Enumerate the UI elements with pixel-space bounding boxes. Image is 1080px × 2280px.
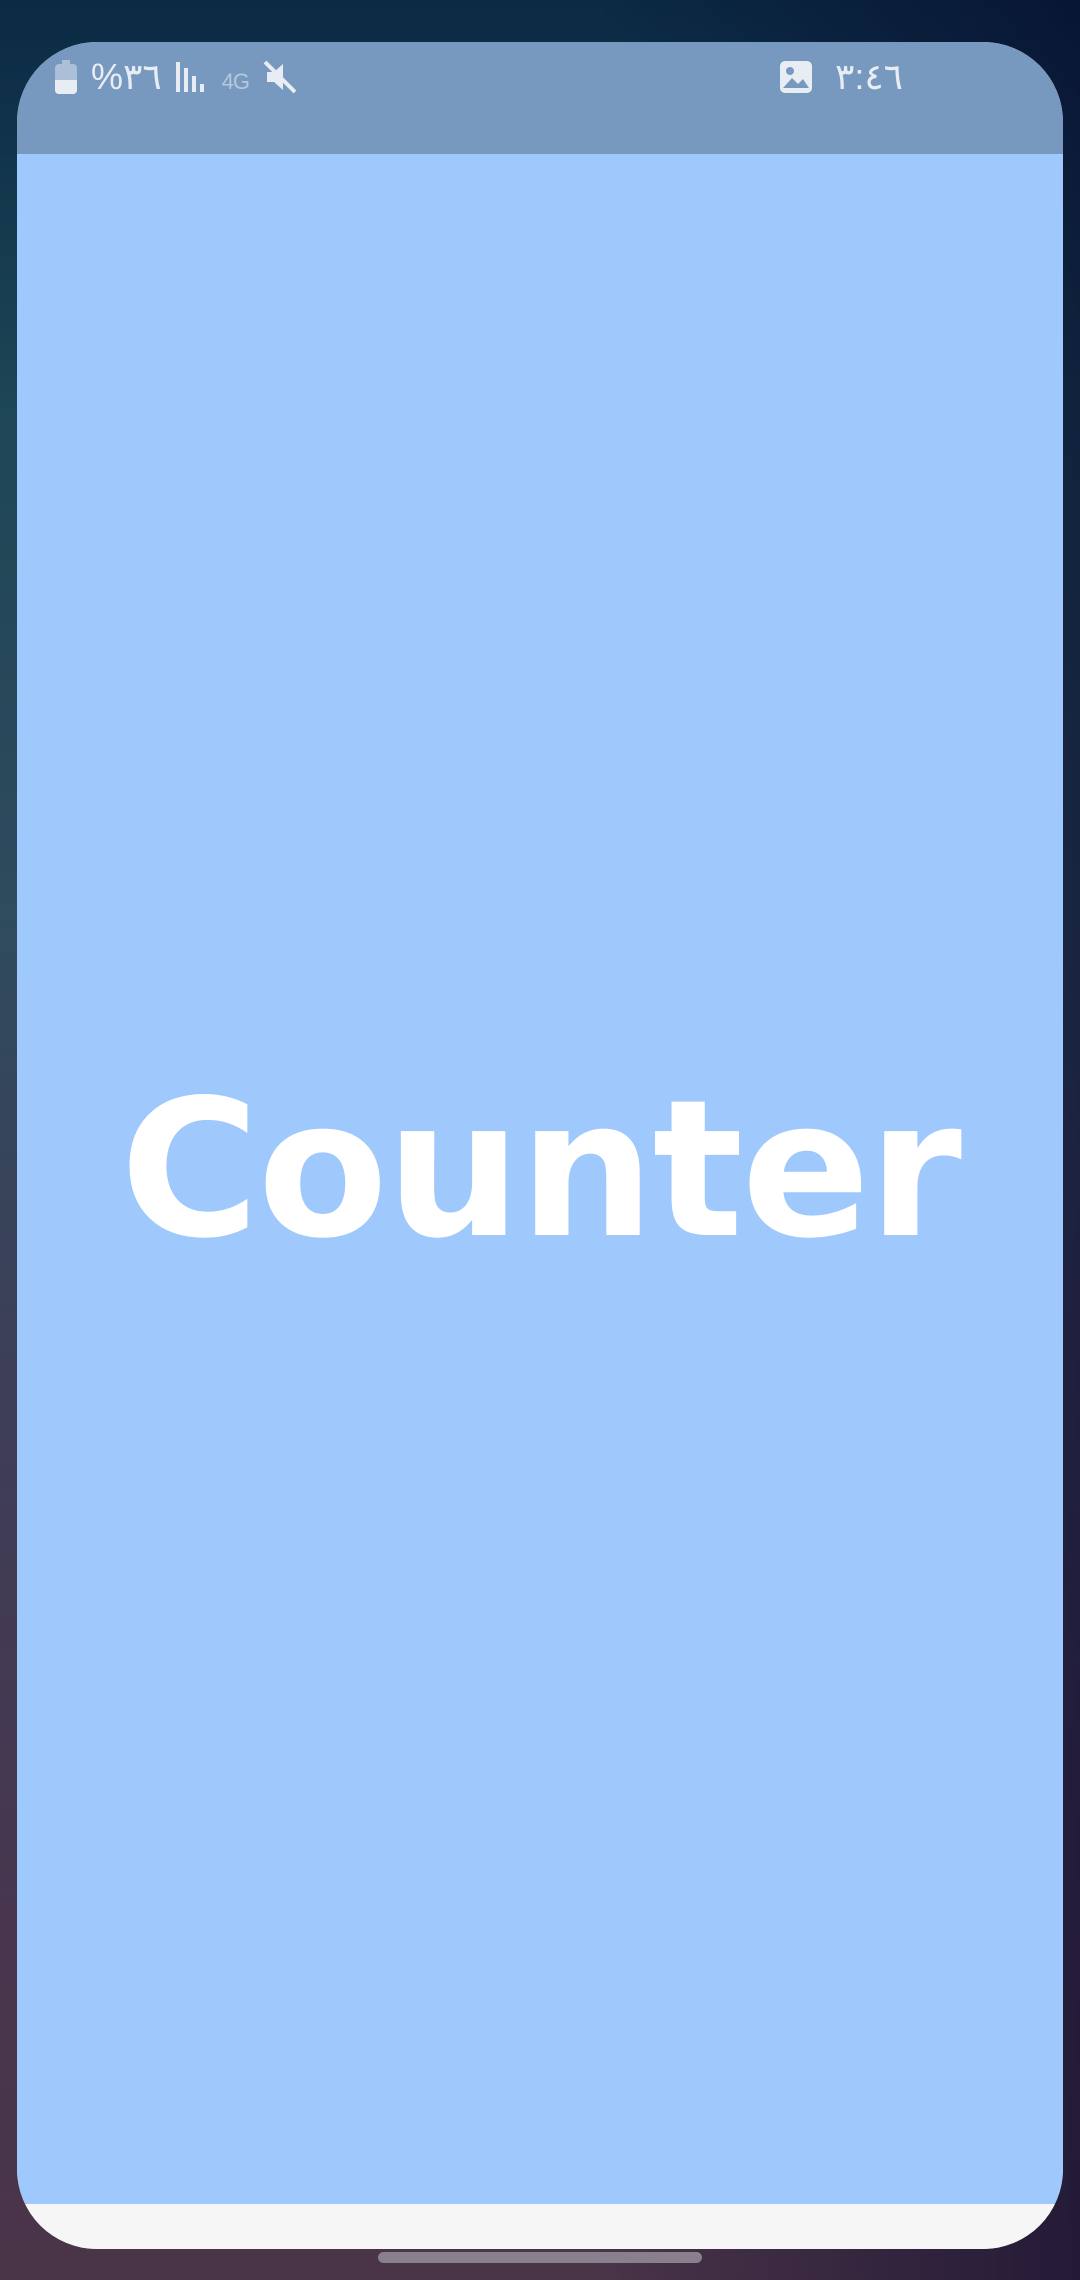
- signal-icon: [175, 62, 208, 92]
- home-indicator[interactable]: [378, 2252, 702, 2263]
- main-content: Counter: [17, 154, 1063, 2204]
- status-time: ٣:٤٦: [834, 56, 903, 97]
- gallery-icon: [779, 60, 813, 94]
- app-window: %٣٦ 4G ٣:٤٦ Counter: [17, 42, 1063, 2249]
- page-title: Counter: [120, 1058, 962, 1280]
- battery-percent: %٣٦: [91, 56, 162, 97]
- battery-icon: [55, 60, 77, 94]
- bottom-bar: [17, 2204, 1063, 2249]
- status-bar: %٣٦ 4G ٣:٤٦: [17, 42, 1063, 154]
- status-bar-left: %٣٦ 4G: [55, 52, 299, 102]
- mute-icon: [263, 60, 299, 94]
- network-icon: 4G: [221, 56, 250, 98]
- status-bar-right: ٣:٤٦: [779, 52, 903, 102]
- network-label: 4G: [221, 69, 250, 94]
